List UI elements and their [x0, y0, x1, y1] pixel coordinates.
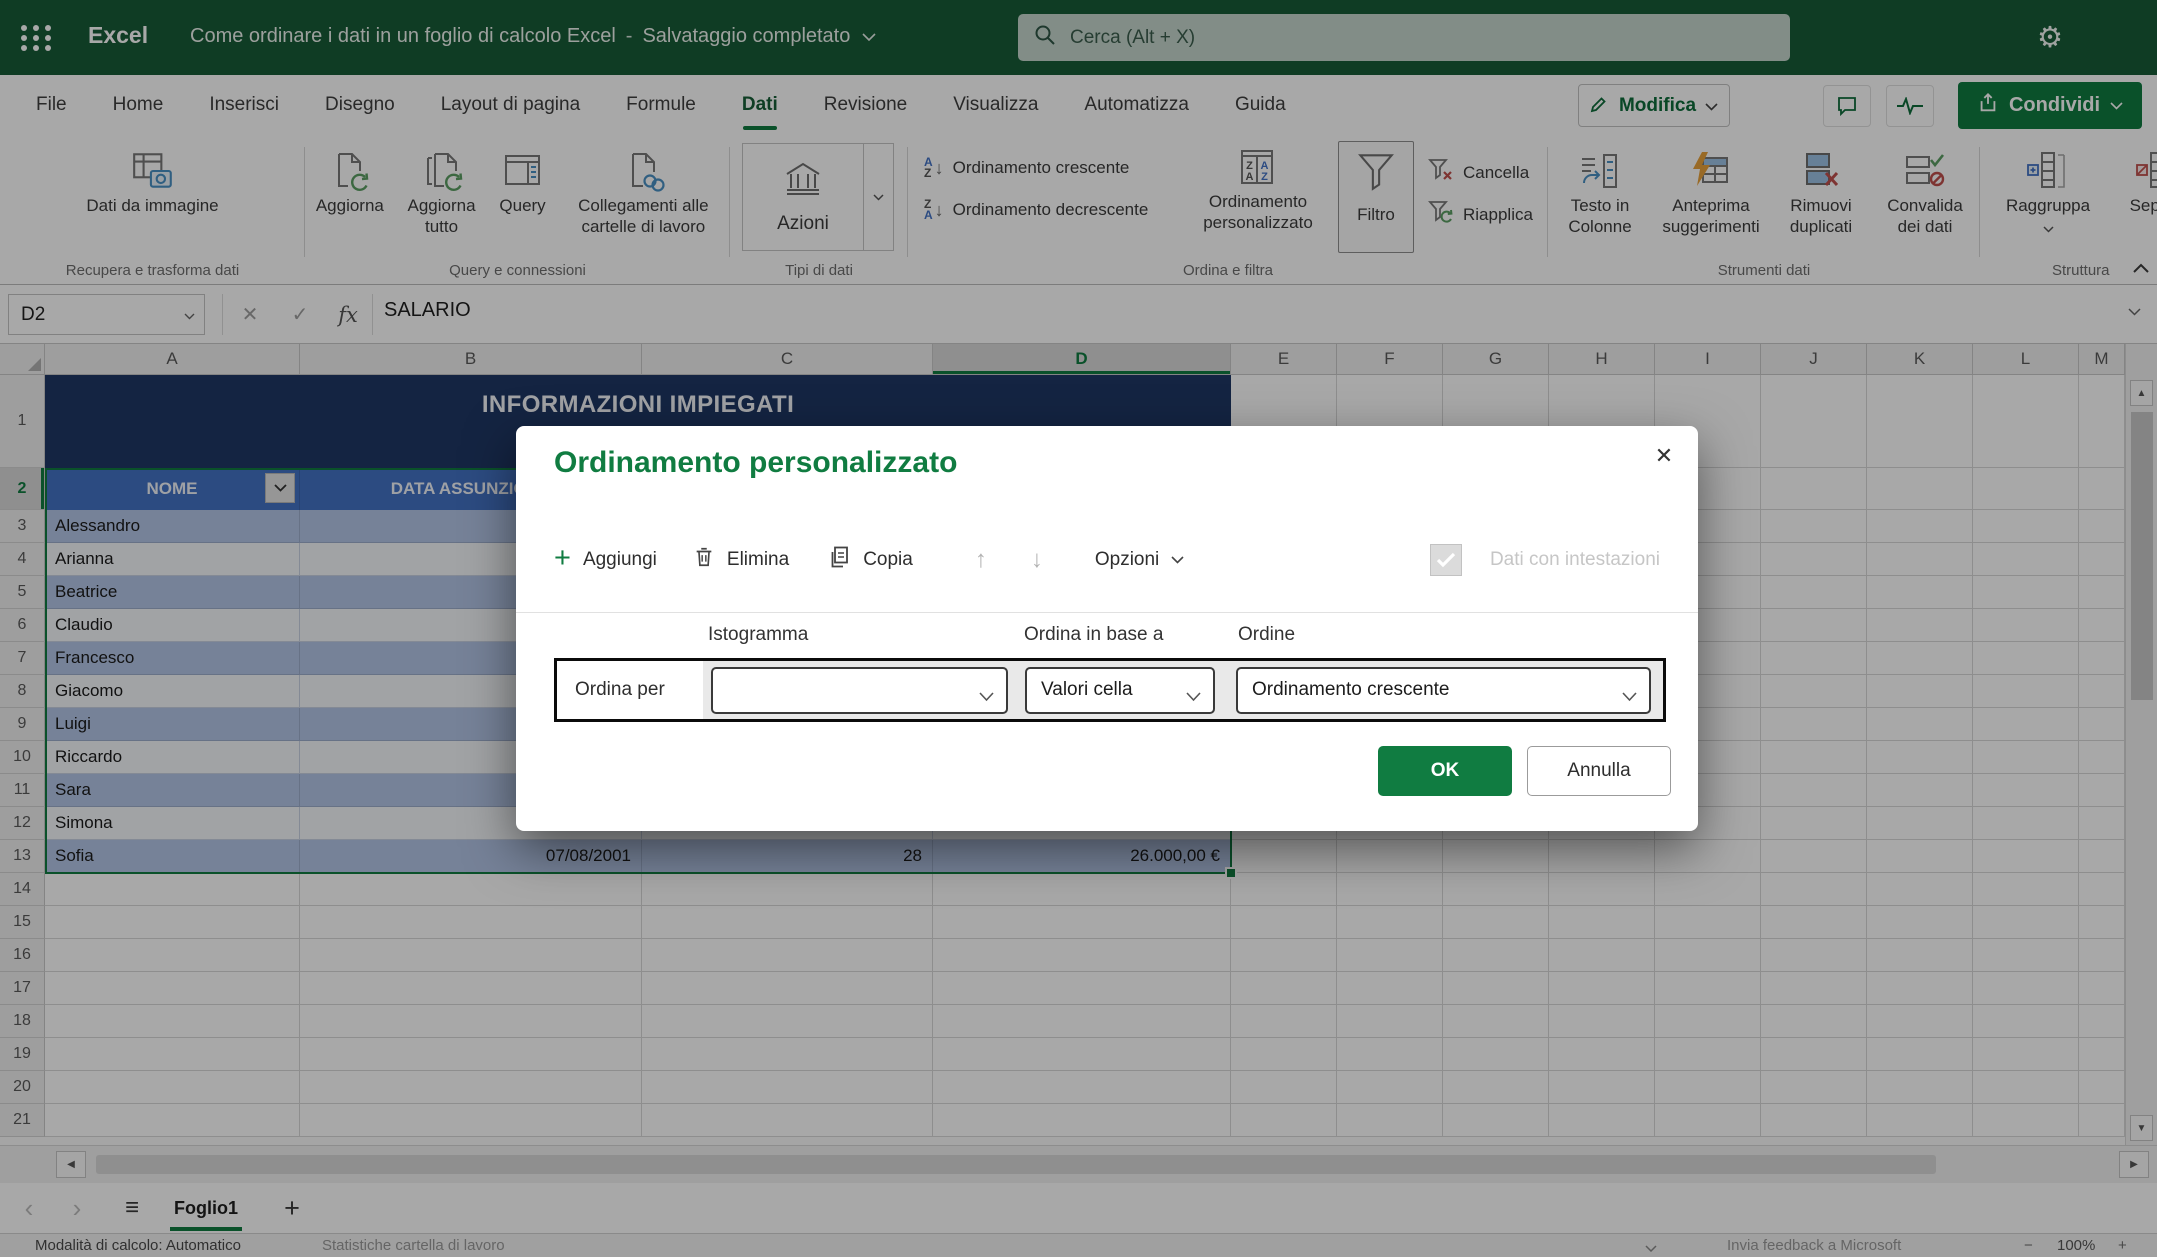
sort-on-dropdown[interactable]: Valori cella [1025, 667, 1215, 714]
dialog-toolbar: + Aggiungi Elimina Copia ↑ ↓ Opzioni Dat… [554, 532, 1660, 588]
close-icon[interactable]: ✕ [1644, 436, 1684, 476]
excel-web-app: Excel Come ordinare i dati in un foglio … [0, 0, 2157, 1257]
options-button[interactable]: Opzioni [1095, 549, 1184, 571]
order-column-label: Ordine [1238, 624, 1295, 646]
plus-icon: + [554, 544, 571, 573]
move-up-icon[interactable]: ↑ [975, 546, 987, 574]
sort-on-column-label: Ordina in base a [1024, 624, 1163, 646]
add-level-button[interactable]: + Aggiungi [554, 548, 657, 573]
custom-sort-dialog: Ordinamento personalizzato ✕ + Aggiungi … [516, 426, 1698, 831]
headers-checkbox[interactable] [1430, 544, 1462, 576]
order-dropdown[interactable]: Ordinamento crescente [1236, 667, 1651, 714]
chevron-down-icon [1622, 686, 1637, 708]
delete-level-button[interactable]: Elimina [693, 545, 789, 575]
ok-button[interactable]: OK [1378, 746, 1512, 796]
dialog-title: Ordinamento personalizzato [554, 446, 957, 480]
headers-checkbox-group: Dati con intestazioni [1430, 544, 1660, 576]
trash-icon [693, 545, 715, 575]
dialog-separator [516, 612, 1698, 613]
sort-criteria-row: Ordina per Valori cella Ordinamento cres… [554, 658, 1666, 722]
headers-checkbox-label: Dati con intestazioni [1490, 549, 1660, 571]
copy-level-button[interactable]: Copia [827, 545, 913, 575]
sort-by-label: Ordina per [557, 661, 703, 719]
cancel-button[interactable]: Annulla [1527, 746, 1671, 796]
move-down-icon[interactable]: ↓ [1031, 546, 1043, 574]
copy-icon [827, 545, 851, 575]
chevron-down-icon [979, 686, 994, 708]
chevron-down-icon [1186, 686, 1201, 708]
column-dropdown[interactable] [711, 667, 1008, 714]
histogram-column-label: Istogramma [708, 624, 808, 646]
